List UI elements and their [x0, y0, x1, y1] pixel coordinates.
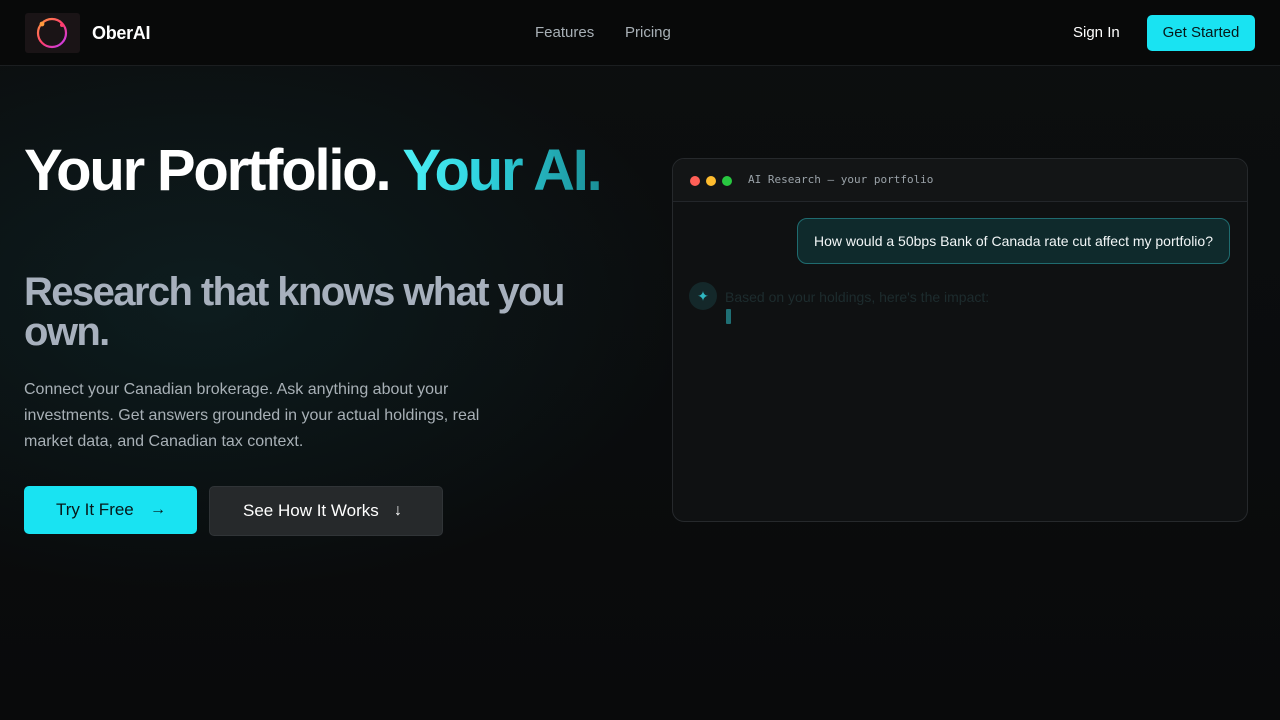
logo[interactable]	[25, 13, 80, 53]
hero-subheadline: Research that knows what you own.	[24, 270, 565, 354]
hero-headline: Your Portfolio. Your AI.	[24, 140, 624, 202]
hero-headline-main: Your Portfolio.	[24, 138, 403, 203]
try-it-free-label: Try It Free	[56, 500, 134, 519]
see-how-it-works-label: See How It Works	[243, 501, 379, 520]
typing-cursor	[726, 309, 731, 324]
hero-description: Connect your Canadian brokerage. Ask any…	[24, 381, 480, 450]
nav-link-pricing[interactable]: Pricing	[625, 24, 671, 41]
assistant-message: Based on your holdings, here's the impac…	[725, 289, 990, 305]
nav-link-features[interactable]: Features	[535, 24, 594, 41]
brand-name[interactable]: OberAI	[92, 23, 151, 44]
window-close-dot	[690, 176, 700, 186]
arrow-right-icon: →	[150, 501, 166, 518]
sign-in-link[interactable]: Sign In	[1073, 24, 1120, 41]
arrow-down-icon: ↓	[394, 502, 402, 519]
chat-demo-window: AI Research — your portfolio How would a…	[672, 158, 1248, 522]
see-how-it-works-button[interactable]: See How It Works ↓	[209, 486, 443, 536]
window-maximize-dot	[722, 176, 732, 186]
top-nav: OberAI Features Pricing Sign In Get Star…	[0, 0, 1280, 66]
hero-headline-accent: Your AI.	[402, 138, 603, 203]
window-titlebar: AI Research — your portfolio	[673, 159, 1247, 202]
logo-ring-icon	[36, 17, 68, 49]
window-title: AI Research — your portfolio	[748, 173, 934, 186]
get-started-button[interactable]: Get Started	[1147, 15, 1255, 51]
sparkle-icon: ✦	[689, 282, 717, 310]
window-minimize-dot	[706, 176, 716, 186]
try-it-free-button[interactable]: Try It Free →	[24, 486, 197, 534]
user-message-bubble: How would a 50bps Bank of Canada rate cu…	[797, 218, 1230, 264]
